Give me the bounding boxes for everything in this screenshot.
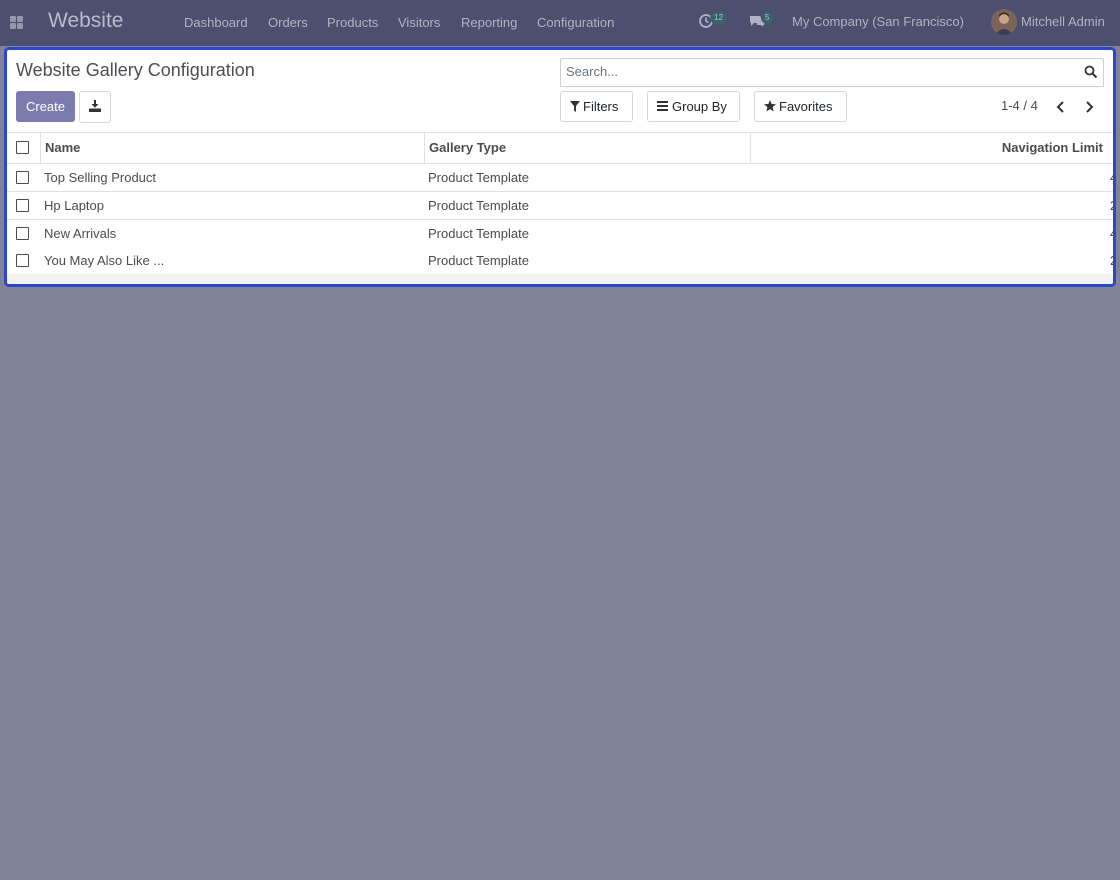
apps-menu-icon[interactable]: [10, 16, 23, 29]
table-row[interactable]: Hp Laptop Product Template 2: [7, 192, 1113, 220]
select-all-checkbox[interactable]: [16, 141, 29, 154]
top-navbar: Website Dashboard Orders Products Visito…: [0, 0, 1120, 46]
row-checkbox[interactable]: [16, 171, 29, 184]
row-gallery-type: Product Template: [428, 170, 529, 185]
row-name: Top Selling Product: [44, 170, 157, 185]
search-input[interactable]: [566, 64, 1066, 79]
row-navigation-limit: 2: [1110, 192, 1113, 219]
row-gallery-type: Product Template: [428, 226, 529, 241]
menu-configuration[interactable]: Configuration: [537, 15, 614, 30]
app-brand[interactable]: Website: [48, 9, 123, 33]
menu-visitors[interactable]: Visitors: [398, 15, 440, 30]
table-footer: [7, 274, 1113, 284]
row-name: You May Also Like ...: [44, 253, 165, 268]
gallery-config-panel: Website Gallery Configuration Create Fil…: [4, 47, 1116, 287]
menu-orders[interactable]: Orders: [268, 15, 308, 30]
row-navigation-limit: 4: [1110, 220, 1113, 247]
page-title: Website Gallery Configuration: [16, 60, 255, 80]
group-by-button[interactable]: Group By: [647, 91, 740, 122]
chevron-right-icon[interactable]: [1082, 100, 1096, 114]
user-menu[interactable]: Mitchell Admin: [1021, 14, 1105, 29]
column-header-navigation-limit[interactable]: Navigation Limit: [750, 133, 1103, 163]
group-by-label: Group By: [672, 99, 727, 114]
row-name: New Arrivals: [44, 226, 117, 241]
table-row[interactable]: You May Also Like ... Product Template 2: [7, 247, 1113, 275]
download-icon: [89, 100, 101, 112]
menu-products[interactable]: Products: [327, 15, 378, 30]
menu-dashboard[interactable]: Dashboard: [184, 15, 248, 30]
table-row[interactable]: Top Selling Product Product Template 4: [7, 164, 1113, 192]
user-avatar[interactable]: [991, 9, 1017, 35]
row-checkbox[interactable]: [16, 254, 29, 267]
row-navigation-limit: 2: [1110, 247, 1113, 274]
favorites-label: Favorites: [779, 99, 833, 114]
filters-label: Filters: [583, 99, 619, 114]
row-navigation-limit: 4: [1110, 164, 1113, 191]
messages-count-badge: 5: [761, 12, 774, 24]
favorites-button[interactable]: Favorites: [754, 91, 847, 122]
activity-count-badge: 12: [710, 12, 727, 24]
chevron-left-icon[interactable]: [1054, 100, 1068, 114]
table-header: Name Gallery Type Navigation Limit: [7, 132, 1113, 165]
row-checkbox[interactable]: [16, 227, 29, 240]
row-name: Hp Laptop: [44, 198, 104, 213]
search-bar: [560, 58, 1104, 87]
menu-reporting[interactable]: Reporting: [461, 15, 517, 30]
search-icon[interactable]: [1084, 65, 1098, 79]
company-switcher[interactable]: My Company (San Francisco): [792, 14, 964, 29]
column-header-gallery-type[interactable]: Gallery Type: [424, 133, 751, 163]
filter-icon: [570, 101, 580, 112]
create-button[interactable]: Create: [16, 91, 75, 122]
star-icon: [764, 100, 776, 112]
row-gallery-type: Product Template: [428, 198, 529, 213]
row-checkbox[interactable]: [16, 199, 29, 212]
row-gallery-type: Product Template: [428, 253, 529, 268]
table-row[interactable]: New Arrivals Product Template 4: [7, 220, 1113, 248]
list-bars-icon: [657, 101, 668, 111]
column-header-name[interactable]: Name: [40, 133, 425, 163]
pager-value[interactable]: 1-4 / 4: [1001, 98, 1038, 113]
gallery-list-table: Name Gallery Type Navigation Limit Top S…: [7, 132, 1113, 284]
filters-button[interactable]: Filters: [560, 91, 633, 122]
export-button[interactable]: [79, 91, 111, 123]
